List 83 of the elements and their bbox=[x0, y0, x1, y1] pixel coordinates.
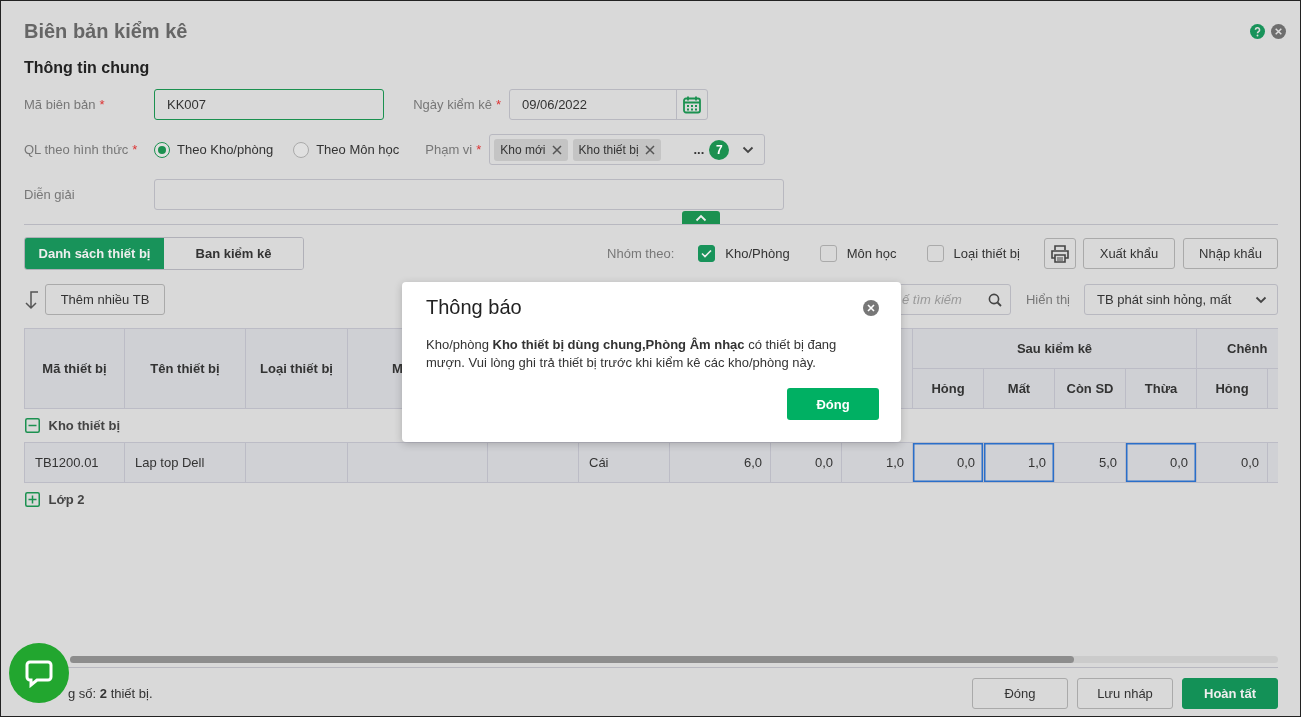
date-field[interactable]: 09/06/2022 bbox=[509, 89, 708, 120]
display-select[interactable]: TB phát sinh hỏng, mất bbox=[1084, 284, 1278, 315]
field-label: Mã biên bản * bbox=[24, 97, 106, 112]
column-header: Mất bbox=[983, 368, 1055, 409]
table-cell: 1,0 bbox=[841, 442, 913, 483]
chevron-down-icon bbox=[1255, 295, 1267, 304]
more-indicator: ... bbox=[693, 142, 705, 157]
checkbox[interactable] bbox=[819, 245, 837, 262]
horizontal-scrollbar[interactable] bbox=[70, 656, 1278, 663]
group-by-label: Nhóm theo: bbox=[607, 246, 675, 261]
checkbox[interactable] bbox=[698, 245, 716, 262]
collapse-button[interactable] bbox=[682, 211, 720, 224]
tag[interactable]: Kho thiết bị bbox=[572, 138, 661, 161]
export-button[interactable]: Xuất khẩu bbox=[1083, 238, 1175, 269]
collapse-icon[interactable] bbox=[24, 418, 40, 433]
quantity-input[interactable]: 0,0 bbox=[1125, 442, 1197, 483]
table-cell: 0,0 bbox=[1196, 442, 1268, 483]
radio-option[interactable]: Theo Kho/phòng bbox=[154, 141, 274, 158]
column-group-header: Chênh bbox=[1196, 328, 1278, 369]
code-field[interactable]: KK007 bbox=[154, 89, 384, 120]
chat-icon bbox=[24, 658, 54, 688]
field-label: QL theo hình thức * bbox=[24, 142, 139, 157]
quantity-input[interactable]: 0,0 bbox=[912, 442, 984, 483]
dialog-title: Thông báo bbox=[426, 296, 522, 319]
footer-button[interactable]: Đóng bbox=[972, 678, 1068, 709]
required-mark: * bbox=[495, 97, 501, 112]
table-cell: 0,0 bbox=[770, 442, 842, 483]
footer-button[interactable]: Hoàn tất bbox=[1182, 678, 1278, 709]
scope-field[interactable]: Kho mới Kho thiết bị ... 7 bbox=[489, 134, 766, 165]
field-label: Phạm vi * bbox=[425, 142, 482, 157]
required-mark: * bbox=[99, 97, 105, 112]
group-label: Kho thiết bị bbox=[48, 418, 120, 433]
table-cell: Cái bbox=[578, 442, 670, 483]
required-mark: * bbox=[476, 142, 482, 157]
chevron-up-icon bbox=[695, 213, 707, 222]
column-group-header: Sau kiểm kê bbox=[912, 328, 1197, 369]
table-cell: TB1200.01 bbox=[24, 442, 125, 483]
add-many-button[interactable]: Thêm nhiều TB bbox=[45, 284, 165, 315]
radio-button[interactable] bbox=[293, 141, 310, 158]
radio-option[interactable]: Theo Môn học bbox=[293, 141, 400, 158]
calendar-icon bbox=[682, 94, 702, 115]
close-icon[interactable] bbox=[863, 299, 879, 316]
chat-button[interactable] bbox=[9, 643, 69, 703]
field-label: Diễn giải bbox=[24, 187, 76, 202]
group-label: Lớp 2 bbox=[48, 492, 85, 507]
display-label: Hiển thị bbox=[1025, 292, 1070, 307]
check-icon bbox=[701, 249, 713, 258]
radio-button[interactable] bbox=[154, 141, 170, 158]
field-label: Ngày kiểm kê * bbox=[412, 97, 501, 112]
checkbox-option[interactable]: Môn học bbox=[819, 245, 897, 262]
close-icon[interactable] bbox=[1271, 23, 1286, 39]
remove-icon[interactable] bbox=[644, 144, 655, 155]
required-mark: * bbox=[132, 142, 138, 157]
total-summary: g số: 2 thiết bị. bbox=[68, 686, 153, 701]
column-header: Hỏng bbox=[1196, 368, 1268, 409]
description-field[interactable] bbox=[154, 179, 784, 210]
arrow-down-icon bbox=[24, 289, 40, 310]
import-button[interactable]: Nhập khẩu bbox=[1183, 238, 1278, 269]
column-header: Mã thiết bị bbox=[24, 328, 125, 409]
column-header: Còn SD bbox=[1054, 368, 1126, 409]
column-header: Tên thiết bị bbox=[124, 328, 246, 409]
table-cell: Lap top Dell bbox=[124, 442, 246, 483]
column-header: Hỏng bbox=[912, 368, 984, 409]
print-button[interactable] bbox=[1044, 238, 1076, 269]
checkbox-option[interactable]: Kho/Phòng bbox=[698, 245, 790, 262]
window-title: Biên bản kiểm kê bbox=[24, 19, 188, 43]
remove-icon[interactable] bbox=[551, 144, 562, 155]
help-icon[interactable] bbox=[1250, 23, 1265, 39]
checkbox-option[interactable]: Loại thiết bị bbox=[926, 245, 1020, 262]
chevron-down-icon bbox=[742, 145, 755, 154]
table-cell: 5,0 bbox=[1054, 442, 1126, 483]
footer-button[interactable]: Lưu nháp bbox=[1077, 678, 1173, 709]
section-title: Thông tin chung bbox=[24, 59, 151, 77]
expand-icon[interactable] bbox=[24, 492, 40, 507]
checkbox[interactable] bbox=[926, 245, 944, 262]
count-badge: 7 bbox=[709, 139, 730, 160]
quantity-input[interactable]: 1,0 bbox=[983, 442, 1055, 483]
printer-icon bbox=[1050, 244, 1070, 263]
tag[interactable]: Kho mới bbox=[494, 138, 568, 161]
table-cell: 6,0 bbox=[669, 442, 771, 483]
column-header: Thừa bbox=[1125, 368, 1197, 409]
column-header: Loại thiết bị bbox=[245, 328, 348, 409]
search-icon[interactable] bbox=[987, 292, 1002, 307]
